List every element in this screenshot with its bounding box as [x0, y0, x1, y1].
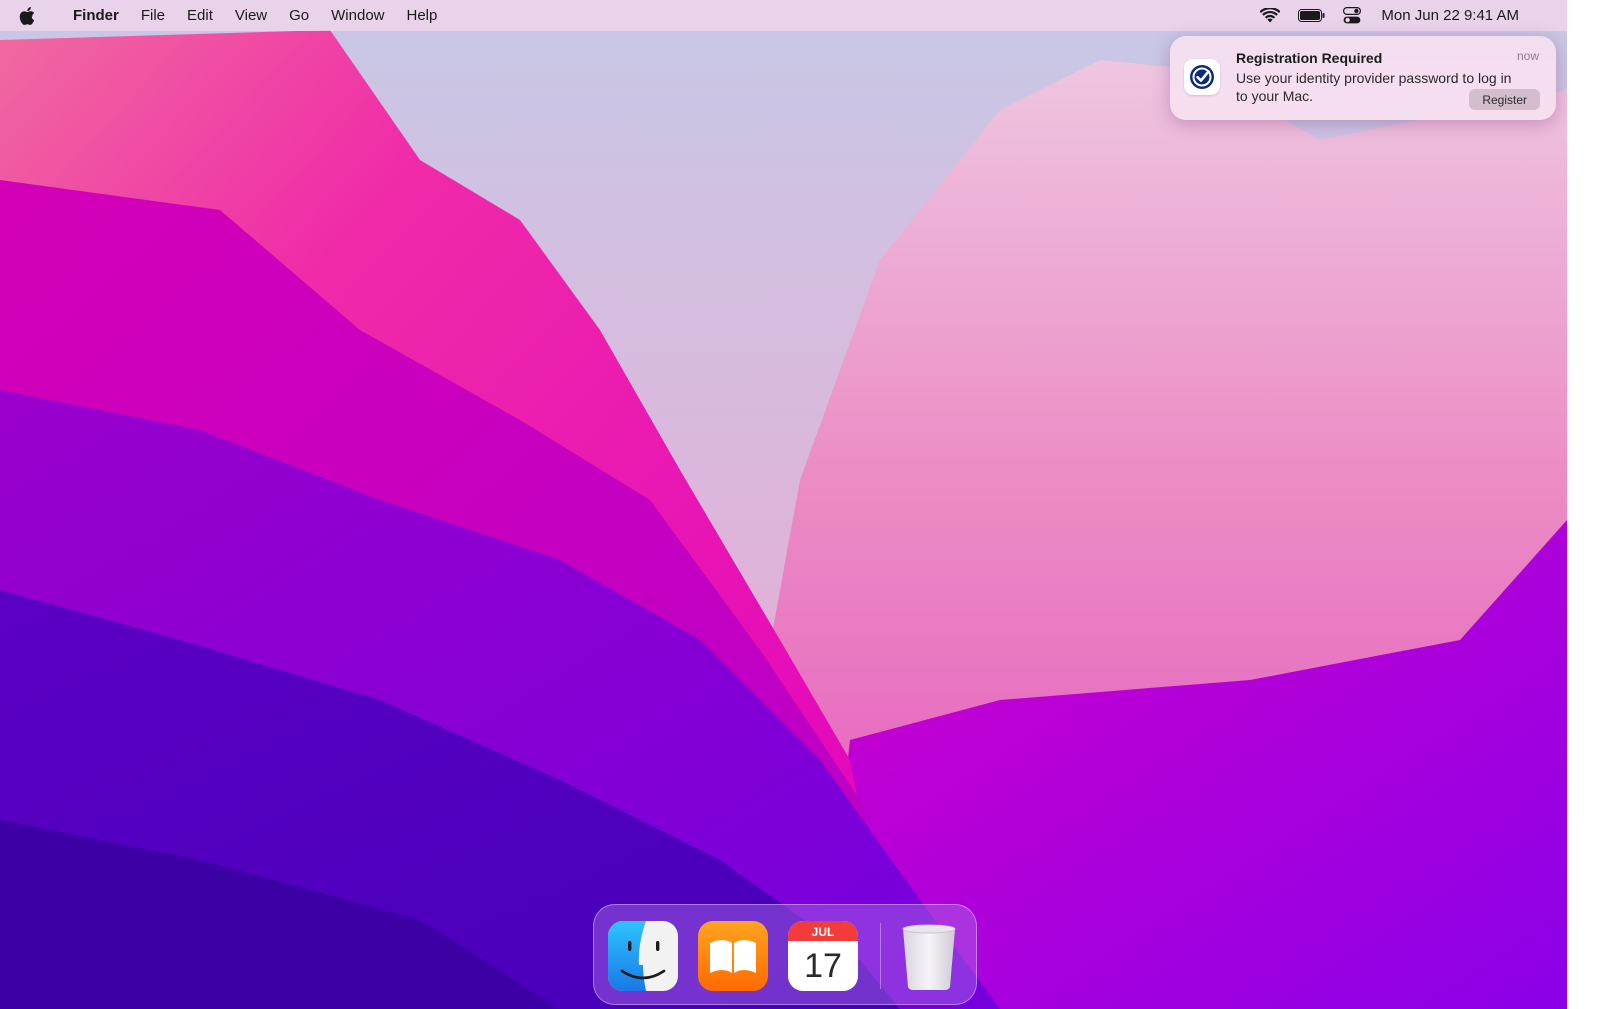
calendar-icon[interactable]: JUL 17 — [788, 921, 858, 991]
notification-title: Registration Required — [1236, 50, 1383, 66]
control-center-icon[interactable] — [1343, 7, 1362, 24]
menu-file[interactable]: File — [141, 7, 165, 24]
trash-icon[interactable] — [894, 921, 964, 991]
wallpaper — [0, 0, 1567, 1009]
checkmark-badge-icon — [1184, 59, 1220, 95]
menu-edit[interactable]: Edit — [187, 7, 213, 24]
register-button[interactable]: Register — [1469, 89, 1540, 110]
notification-banner[interactable]: Registration Required Use your identity … — [1170, 36, 1556, 120]
menu-go[interactable]: Go — [289, 7, 309, 24]
desktop: Finder File Edit View Go Window Help Mon… — [0, 0, 1567, 1009]
dock: JUL 17 — [593, 904, 977, 1005]
dock-divider — [880, 923, 881, 989]
menu-view[interactable]: View — [235, 7, 267, 24]
apple-logo-icon[interactable] — [19, 6, 57, 25]
notification-time: now — [1516, 49, 1539, 63]
finder-icon[interactable] — [608, 921, 678, 991]
menu-help[interactable]: Help — [407, 7, 438, 24]
calendar-day-label: 17 — [804, 947, 842, 985]
menu-clock[interactable]: Mon Jun 22 9:41 AM — [1381, 7, 1519, 24]
books-icon[interactable] — [698, 921, 768, 991]
wifi-icon[interactable] — [1260, 8, 1281, 23]
menu-bar: Finder File Edit View Go Window Help Mon… — [0, 0, 1567, 31]
menu-app-name[interactable]: Finder — [73, 7, 119, 24]
menu-window[interactable]: Window — [331, 7, 384, 24]
battery-icon[interactable] — [1298, 9, 1325, 22]
calendar-month-label: JUL — [812, 925, 835, 939]
